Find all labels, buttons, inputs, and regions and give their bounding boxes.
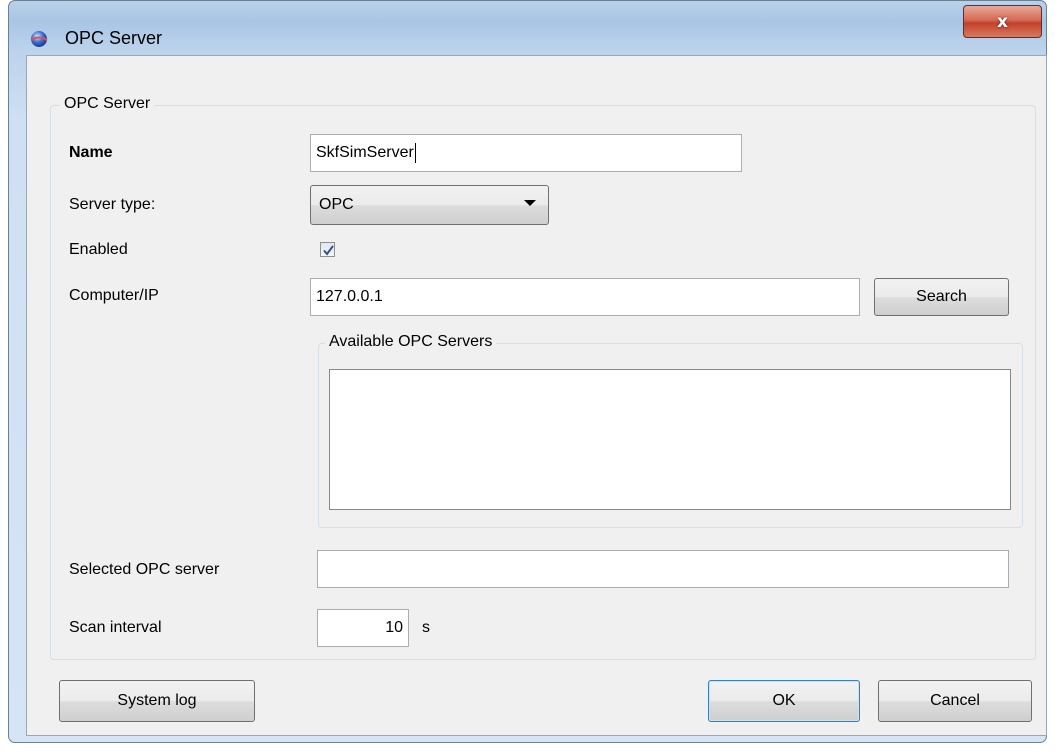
server-type-dropdown[interactable]: OPC: [310, 185, 549, 225]
cancel-button[interactable]: Cancel: [878, 680, 1032, 722]
available-servers-legend: Available OPC Servers: [325, 333, 497, 351]
ok-button[interactable]: OK: [708, 680, 860, 722]
available-servers-list[interactable]: [329, 369, 1011, 510]
server-type-value: OPC: [319, 196, 354, 213]
selected-server-input[interactable]: [317, 550, 1009, 588]
scan-interval-value: 10: [385, 619, 403, 636]
close-button[interactable]: x: [963, 5, 1042, 38]
selected-server-label: Selected OPC server: [69, 561, 220, 578]
computer-ip-label: Computer/IP: [69, 287, 159, 304]
server-type-label: Server type:: [69, 196, 156, 213]
dialog-window: OPC Server x OPC Server Name SkfSimServe…: [8, 0, 1047, 743]
enabled-label: Enabled: [69, 241, 128, 258]
opc-server-group-legend: OPC Server: [60, 95, 155, 113]
name-input[interactable]: SkfSimServer: [310, 134, 742, 172]
title-bar[interactable]: OPC Server x: [9, 1, 1046, 48]
text-caret: [414, 143, 416, 163]
scan-interval-input[interactable]: 10: [317, 609, 409, 647]
close-icon: x: [997, 11, 1008, 32]
name-value: SkfSimServer: [316, 144, 414, 161]
computer-ip-input[interactable]: 127.0.0.1: [310, 278, 860, 316]
window-title: OPC Server: [65, 28, 163, 48]
system-log-button[interactable]: System log: [59, 680, 255, 722]
dialog-client-area: OPC Server Name SkfSimServer Server type…: [26, 55, 1047, 736]
search-button[interactable]: Search: [874, 278, 1009, 316]
scan-interval-label: Scan interval: [69, 619, 162, 636]
checkmark-icon: [323, 245, 334, 256]
enabled-checkbox[interactable]: [320, 242, 335, 257]
name-label: Name: [69, 144, 113, 161]
chevron-down-icon: [524, 200, 536, 206]
app-icon: [29, 29, 49, 49]
computer-ip-value: 127.0.0.1: [316, 288, 383, 305]
scan-interval-unit: s: [422, 619, 430, 636]
